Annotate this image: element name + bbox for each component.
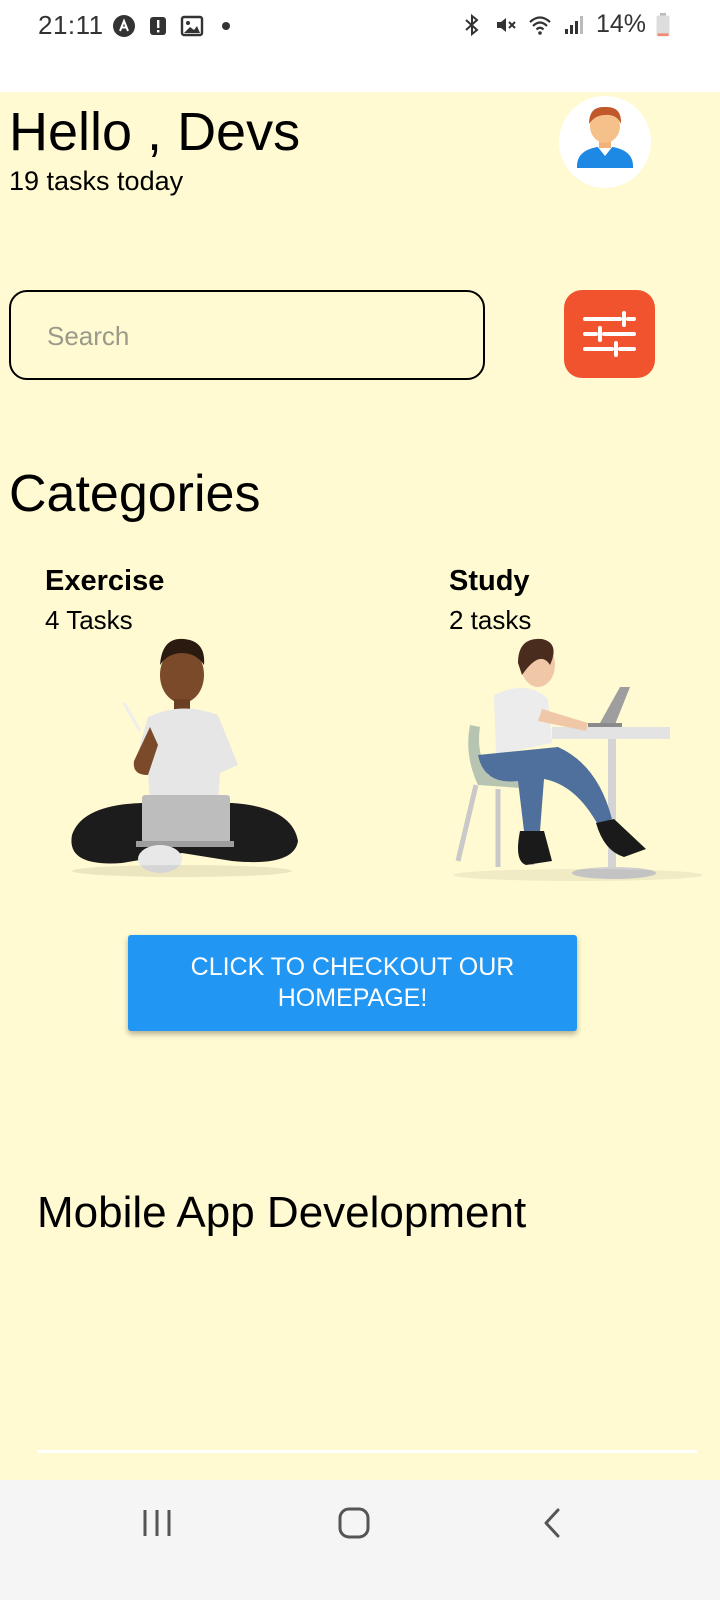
sliders-icon xyxy=(583,311,636,357)
category-name: Exercise xyxy=(45,565,165,597)
recents-button[interactable] xyxy=(117,1502,197,1546)
category-name: Study xyxy=(449,565,530,597)
wifi-icon xyxy=(529,15,551,35)
dot-icon xyxy=(222,22,230,30)
status-right-icons: 14% xyxy=(460,10,670,39)
bluetooth-icon xyxy=(465,13,479,36)
greeting-title: Hello , Devs xyxy=(9,102,301,162)
category-count: 4 Tasks xyxy=(45,605,133,635)
divider xyxy=(37,1450,697,1453)
study-illustration xyxy=(453,638,703,881)
signal-icon xyxy=(564,15,583,34)
section-title: Mobile App Development xyxy=(37,1188,527,1237)
avatar[interactable] xyxy=(559,96,651,188)
battery-percent: 14% xyxy=(595,10,646,38)
filter-button[interactable] xyxy=(564,290,655,378)
search-box xyxy=(9,290,485,380)
home-icon xyxy=(338,1507,370,1539)
home-button[interactable] xyxy=(314,1502,394,1546)
user-avatar-icon xyxy=(577,106,633,168)
status-left-icons xyxy=(112,14,238,38)
tasks-today-subtitle: 19 tasks today xyxy=(9,166,184,196)
back-icon xyxy=(544,1508,560,1538)
recents-icon xyxy=(143,1510,171,1536)
categories-title: Categories xyxy=(9,465,261,523)
battery-icon xyxy=(656,12,670,36)
status-time: 21:11 xyxy=(38,10,104,40)
mute-icon xyxy=(496,17,516,32)
back-button[interactable] xyxy=(512,1502,592,1546)
search-input[interactable] xyxy=(45,292,469,380)
checkout-homepage-button[interactable]: CLICK TO CHECKOUT OUR HOMEPAGE! xyxy=(128,935,577,1031)
status-bar: 21:11 14% xyxy=(0,0,720,92)
category-count: 2 tasks xyxy=(449,605,532,635)
image-icon xyxy=(180,15,204,37)
alert-icon xyxy=(150,17,166,35)
exercise-illustration xyxy=(71,638,298,877)
system-nav-bar xyxy=(0,1480,720,1600)
app-a-icon xyxy=(113,15,135,37)
